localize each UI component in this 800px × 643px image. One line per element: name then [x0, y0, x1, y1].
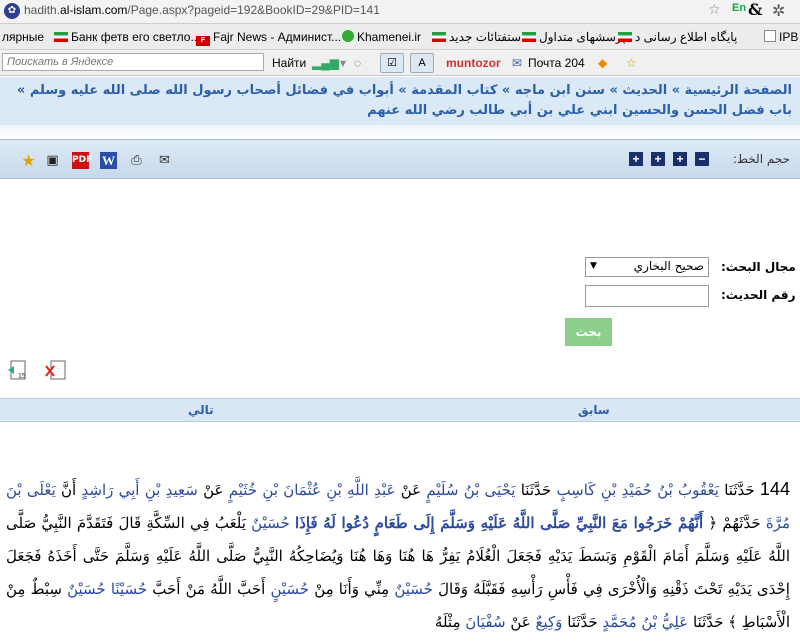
font-increase-button[interactable]: + [651, 152, 665, 166]
bookmark-item[interactable]: استفتائات جدید [432, 30, 524, 44]
text: أَحَبَّ اللَّهُ مَنْ أَحَبَّ [152, 580, 266, 598]
pdf-icon[interactable]: PDF [72, 152, 92, 169]
svg-text:15: 15 [18, 373, 26, 380]
bookmark-item[interactable]: پرسشهای متداول [522, 30, 626, 44]
yandex-toolbar: Найти ▂▄▆ ▾ ◌ ☑ A muntozor ✉ Почта 204 ◆… [0, 50, 800, 76]
narrator-link[interactable]: يَعْقُوبُ بْنُ حُمَيْدِ بْنِ كَاسِبٍ [556, 481, 719, 499]
chevron-down-icon[interactable]: ▾ [340, 56, 346, 70]
font-increase-button[interactable]: + [629, 152, 643, 166]
hadith-number: 144 [759, 479, 790, 499]
text: حَدَّثَهُمْ ﴿ [708, 514, 761, 532]
previous-link[interactable]: سابق [578, 403, 610, 417]
star-icon[interactable]: ☆ [626, 56, 637, 70]
hadith-matn: أَنَّهُمْ خَرَجُوا مَعَ النَّبِيِّ صَلَّ… [294, 514, 704, 532]
text: حَدَّثَنَا [724, 481, 755, 499]
narrator-link[interactable]: حُسَيْنٍ [270, 580, 309, 598]
mail-link[interactable]: Почта 204 [528, 56, 585, 70]
search-field-select[interactable]: صحيح البخاري ▼ [585, 257, 709, 277]
text: عَنْ [510, 613, 531, 631]
hadith-number-label: رقم الحديث: [721, 288, 796, 302]
ampersand-icon[interactable]: & [748, 0, 762, 19]
site-icon: ✿ [4, 3, 20, 19]
weather-icon[interactable]: ◆ [598, 56, 607, 70]
narrator-link[interactable]: يَحْيَى بْنُ سُلَيْمٍ [426, 481, 515, 499]
narrator-link[interactable]: حُسَيْنٌ [394, 580, 433, 598]
narrator-link[interactable]: حُسَيْنًا حُسَيْنٌ [67, 580, 147, 598]
page-toolbar: ★ ▣ PDF W ⎙ ✉ + + + − حجم الخط: [0, 139, 800, 179]
iran-flag-icon [432, 32, 446, 42]
bookmark-item[interactable]: IPB [764, 30, 798, 44]
bookmark-star-icon[interactable]: ☆ [708, 2, 721, 18]
chevron-down-icon: ▼ [590, 261, 597, 271]
signal-icon[interactable]: ▂▄▆ [312, 56, 339, 70]
search-button[interactable]: بحث [565, 318, 612, 346]
text: حَدَّثَنَا [567, 613, 598, 631]
bookmark-item[interactable]: F Fajr News - Админист... [196, 30, 341, 46]
gear-icon[interactable]: ✲ [772, 1, 785, 20]
translate-icon[interactable]: A [410, 53, 434, 73]
document-icon [764, 30, 776, 42]
save-icon[interactable]: ▣ [44, 152, 61, 169]
iran-flag-icon [618, 32, 632, 42]
address-bar[interactable]: ✿ hadith.al-islam.com/Page.aspx?pageid=1… [0, 0, 800, 24]
checkbox-icon[interactable]: ☑ [380, 53, 404, 73]
hadith-number-input[interactable] [585, 285, 709, 307]
chat-icon[interactable]: ◌ [354, 56, 361, 70]
email-icon[interactable]: ✉ [156, 152, 173, 169]
narrator-link[interactable]: سَعِيدِ بْنِ أَبِي رَاشِدٍ [82, 481, 198, 499]
khamenei-icon [342, 30, 354, 42]
mail-icon[interactable]: ✉ [512, 56, 522, 70]
iran-flag-icon [522, 32, 536, 42]
divider [0, 125, 800, 139]
bookmark-item[interactable]: Khamenei.ir [342, 30, 421, 44]
text: مِنِّي وَأَنَا مِنْ [314, 580, 390, 598]
print-icon[interactable]: ⎙ [128, 152, 145, 169]
text: مِثْلَهُ [434, 613, 461, 631]
next-link[interactable]: تالي [188, 403, 214, 417]
font-decrease-button[interactable]: − [695, 152, 709, 166]
bookmark-item[interactable]: پایگاه اطلاع رسانی د [618, 30, 737, 44]
pagination-row: سابق تالي [0, 398, 800, 422]
word-icon[interactable]: W [100, 152, 117, 169]
search-field-label: مجال البحث: [721, 260, 796, 274]
go-to-page-icon[interactable]: 15 [6, 358, 30, 382]
language-indicator[interactable]: En [732, 2, 746, 14]
text: عَنْ [203, 481, 224, 499]
narrator-link[interactable]: سُفْيَانَ [465, 613, 505, 631]
narrator-link[interactable]: عَبْدِ اللَّهِ بْنِ عُثْمَانَ بْنِ خُثَي… [229, 481, 396, 499]
yandex-search-input[interactable] [2, 53, 264, 71]
breadcrumb[interactable]: الصفحة الرئيسية » الحديث » سنن ابن ماجه … [0, 77, 800, 125]
clear-page-icon[interactable] [44, 358, 68, 382]
url-text[interactable]: hadith.al-islam.com/Page.aspx?pageid=192… [24, 3, 380, 17]
text: حَدَّثَنَا [520, 481, 552, 499]
find-button[interactable]: Найти [272, 56, 306, 70]
hadith-text: 144 حَدَّثَنَا يَعْقُوبُ بْنُ حُمَيْدِ ب… [6, 474, 790, 639]
text: أَنَّ [61, 481, 77, 499]
iran-flag-icon [54, 32, 68, 42]
narrator-link[interactable]: حُسَيْنٌ [251, 514, 290, 532]
bookmark-item[interactable]: Банк фетв его светло... [54, 30, 200, 44]
favorite-star-icon[interactable]: ★ [20, 152, 37, 169]
font-increase-button[interactable]: + [673, 152, 687, 166]
fajr-icon: F [196, 36, 210, 46]
narrator-link[interactable]: وَكِيعٌ [536, 613, 563, 631]
text: عَنْ [400, 481, 422, 499]
bookmarks-bar: лярные Банк фетв его светло... F Fajr New… [0, 24, 800, 50]
muntozor-link[interactable]: muntozor [446, 56, 501, 70]
bookmark-item[interactable]: лярные [2, 30, 44, 44]
narrator-link[interactable]: عَلِيُّ بْنُ مُحَمَّدٍ [602, 613, 688, 631]
font-size-label: حجم الخط: [732, 152, 790, 166]
